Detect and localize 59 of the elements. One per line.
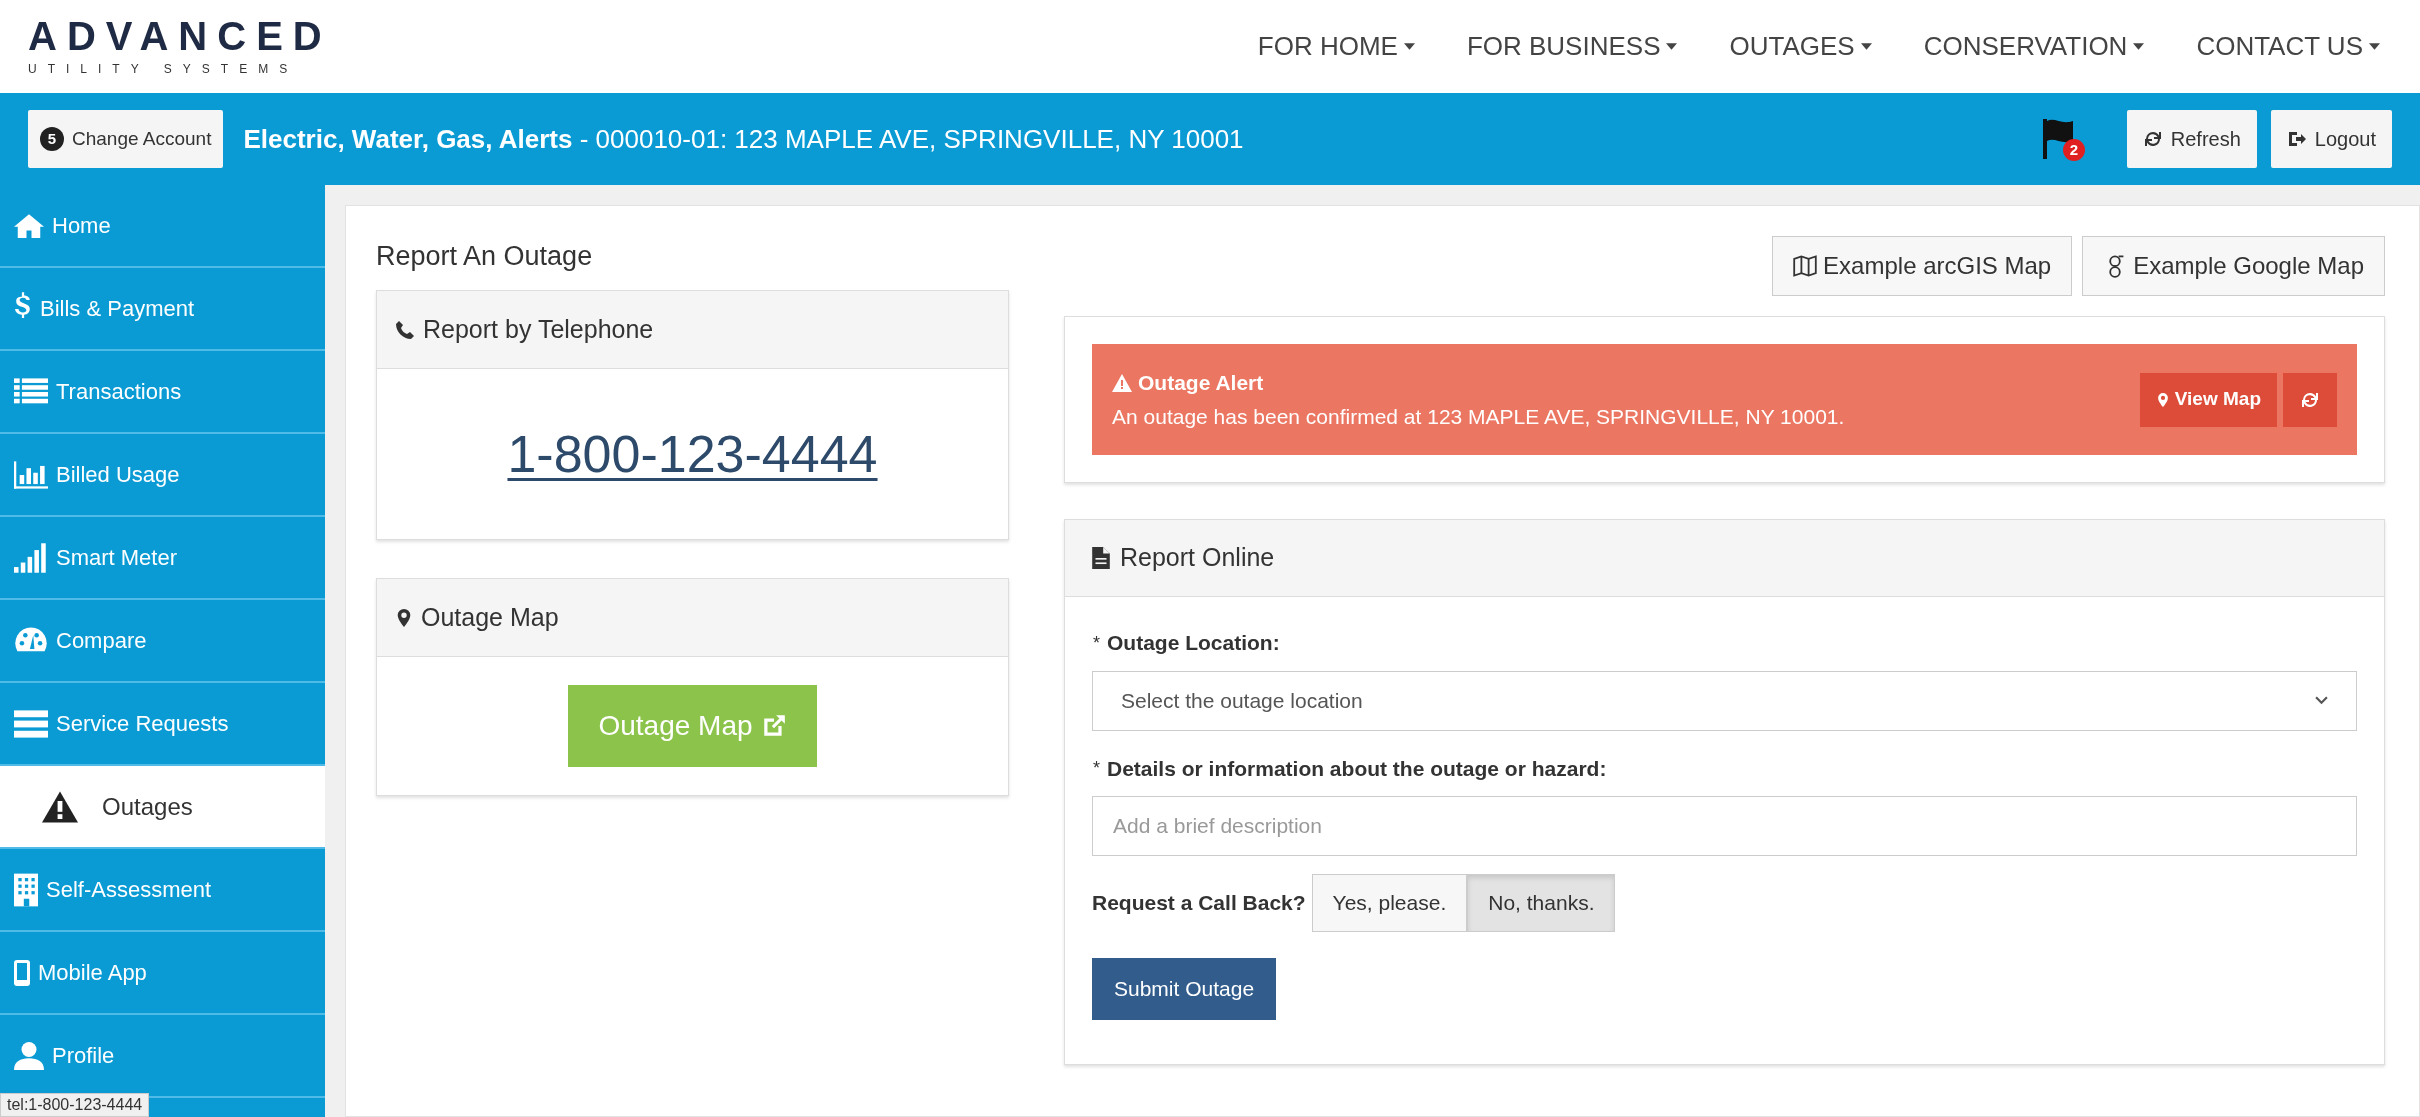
phone-number-link[interactable]: 1-800-123-4444 bbox=[507, 415, 878, 493]
warning-icon bbox=[42, 790, 78, 823]
person-icon bbox=[14, 1041, 44, 1070]
panel-title: Report Online bbox=[1120, 542, 1275, 574]
logout-button[interactable]: Logout bbox=[2270, 110, 2392, 168]
chevron-down-icon bbox=[2315, 696, 2328, 705]
caret-icon bbox=[1403, 43, 1415, 50]
mobile-phone-icon bbox=[14, 959, 30, 986]
caret-icon bbox=[1860, 43, 1872, 50]
map-pin-icon bbox=[2155, 391, 2170, 408]
alert-title: Outage Alert bbox=[1138, 370, 1264, 396]
nav-menu-link[interactable]: CONTACT US bbox=[2196, 27, 2380, 66]
caret-icon bbox=[1666, 43, 1678, 50]
logo-name: ADVANCED bbox=[28, 15, 332, 56]
count-badge: 5 bbox=[40, 127, 64, 151]
callback-option-button[interactable]: Yes, please. bbox=[1311, 874, 1468, 932]
logo-tagline: UTILITY SYSTEMS bbox=[28, 60, 300, 78]
nav-menu-link[interactable]: FOR HOME bbox=[1257, 27, 1415, 66]
field-label: Details or information about the outage or hazard: bbox=[1107, 755, 1607, 782]
bar-chart-icon bbox=[14, 460, 48, 489]
example-map-button[interactable]: Example Google Map bbox=[2082, 236, 2385, 296]
refresh-button[interactable]: Refresh bbox=[2126, 110, 2257, 168]
example-map-button[interactable]: Example arcGIS Map bbox=[1772, 236, 2073, 296]
link-status-tooltip: tel:1-800-123-4444 bbox=[0, 1093, 150, 1117]
list-icon bbox=[14, 377, 48, 406]
account-info: Electric, Water, Gas, Alerts - 000010-01: 123 MAPLE AVE, SPRINGVILLE, NY 10001 bbox=[243, 122, 1244, 156]
callback-label: Request a Call Back? bbox=[1092, 890, 1306, 917]
nav-menu-link[interactable]: CONSERVATION bbox=[1923, 27, 2145, 66]
alert-message: An outage has been confirmed at 123 MAPLE AVE, SPRINGVILLE, NY 10001. bbox=[1112, 403, 1846, 430]
notification-count-badge: 2 bbox=[2062, 139, 2085, 161]
change-account-button[interactable]: 5 Change Account bbox=[28, 110, 224, 168]
outage-location-dropdown[interactable]: Select the outage location bbox=[1092, 670, 2357, 731]
view-map-button[interactable]: View Map bbox=[2139, 372, 2277, 427]
caret-icon bbox=[2369, 43, 2380, 50]
folded-map-icon bbox=[1793, 254, 1818, 278]
home-icon bbox=[14, 213, 44, 238]
required-asterisk: * bbox=[1092, 631, 1101, 654]
callback-option-button[interactable]: No, thanks. bbox=[1467, 874, 1616, 932]
warning-icon bbox=[1112, 373, 1132, 392]
panel-title: Report by Telephone bbox=[423, 313, 654, 345]
nav-menu-link[interactable]: OUTAGES bbox=[1729, 27, 1872, 66]
refresh-icon bbox=[2142, 129, 2163, 149]
field-label: Outage Location: bbox=[1107, 630, 1280, 656]
submit-outage-button[interactable]: Submit Outage bbox=[1092, 958, 1277, 1020]
sidebar-item[interactable]: Outages bbox=[0, 766, 325, 849]
panel-title: Outage Map bbox=[421, 601, 559, 633]
logout-icon bbox=[2286, 129, 2307, 149]
signal-bars-icon bbox=[14, 542, 48, 573]
refresh-button[interactable] bbox=[2283, 372, 2337, 427]
description-input-field[interactable]: Add a brief description bbox=[1092, 796, 2357, 856]
page-title: Report An Outage bbox=[376, 240, 594, 273]
nav-menu-link[interactable]: FOR BUSINESS bbox=[1466, 27, 1678, 66]
required-asterisk: * bbox=[1092, 757, 1101, 780]
map-pin-icon bbox=[395, 606, 413, 629]
document-icon bbox=[1092, 547, 1110, 569]
phone-icon bbox=[395, 319, 415, 340]
building-icon bbox=[14, 872, 38, 907]
caret-icon bbox=[2133, 43, 2145, 50]
server-icon bbox=[14, 709, 48, 738]
